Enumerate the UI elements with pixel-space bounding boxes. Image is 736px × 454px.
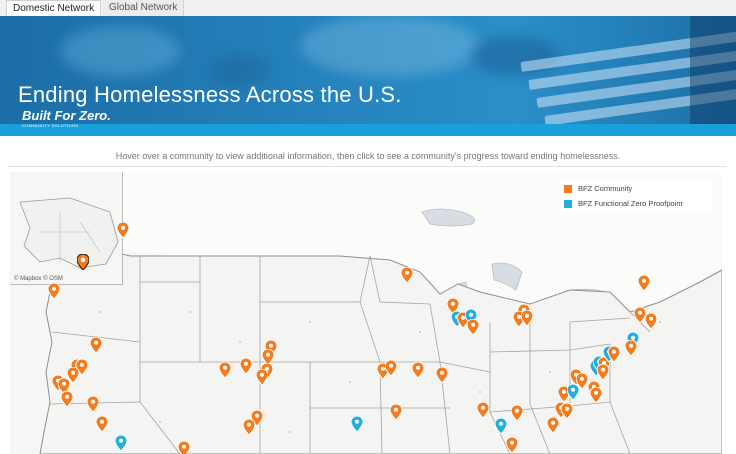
map-pin-icon <box>561 403 573 419</box>
community-marker[interactable] <box>96 416 108 432</box>
community-marker[interactable] <box>61 391 73 407</box>
map-legend: BFZ Community BFZ Functional Zero Proofp… <box>560 178 712 214</box>
community-marker[interactable] <box>117 222 129 238</box>
map-pin-icon <box>96 416 108 432</box>
map-pin-icon <box>645 313 657 329</box>
map-pin-icon <box>243 419 255 435</box>
community-marker[interactable] <box>256 369 268 385</box>
community-marker[interactable] <box>608 346 620 362</box>
page-title: Ending Homelessness Across the U.S. <box>18 82 402 107</box>
map-pin-icon <box>412 362 424 378</box>
community-marker[interactable] <box>467 319 479 335</box>
tab-domestic-network[interactable]: Domestic Network <box>6 0 102 16</box>
community-marker[interactable] <box>90 337 102 353</box>
divider <box>8 166 726 167</box>
map-pin-icon <box>61 391 73 407</box>
legend-item-proofpoint: BFZ Functional Zero Proofpoint <box>564 196 708 211</box>
proofpoint-marker[interactable] <box>115 435 127 451</box>
map-pin-icon <box>77 254 89 270</box>
community-marker[interactable] <box>240 358 252 374</box>
brand-bar <box>0 124 736 136</box>
blue-square-icon <box>564 199 572 208</box>
community-marker-alaska[interactable] <box>77 254 89 270</box>
tab-global-network[interactable]: Global Network <box>103 0 185 16</box>
community-marker[interactable] <box>477 402 489 418</box>
map-pin-icon <box>511 405 523 421</box>
community-solutions-logo-text: COMMUNITY SOLUTIONS <box>22 123 79 128</box>
map-pin-icon <box>477 402 489 418</box>
community-marker[interactable] <box>590 387 602 403</box>
community-marker[interactable] <box>638 275 650 291</box>
alaska-shape <box>19 197 119 269</box>
proofpoint-marker[interactable] <box>351 416 363 432</box>
community-marker[interactable] <box>401 267 413 283</box>
legend-label-proofpoint: BFZ Functional Zero Proofpoint <box>578 199 683 208</box>
community-marker[interactable] <box>436 367 448 383</box>
community-marker[interactable] <box>385 360 397 376</box>
map-pin-icon <box>495 418 507 434</box>
map-pin-icon <box>436 367 448 383</box>
community-marker[interactable] <box>219 362 231 378</box>
map-pin-icon <box>48 283 60 299</box>
community-marker[interactable] <box>178 441 190 454</box>
map-pin-icon <box>547 417 559 433</box>
community-marker[interactable] <box>576 373 588 389</box>
map-pin-icon <box>608 346 620 362</box>
community-map[interactable]: © Mapbox © OSM BFZ Community BFZ Functio… <box>10 172 722 454</box>
orange-square-icon <box>564 184 572 193</box>
map-pin-icon <box>638 275 650 291</box>
map-pin-icon <box>401 267 413 283</box>
alaska-inset-map[interactable]: © Mapbox © OSM <box>10 172 123 285</box>
community-marker[interactable] <box>645 313 657 329</box>
community-marker[interactable] <box>521 310 533 326</box>
community-marker[interactable] <box>412 362 424 378</box>
hero-banner: Ending Homelessness Across the U.S. Buil… <box>0 16 736 136</box>
tab-bar: Domestic Network Global Network <box>0 0 736 17</box>
map-pin-icon <box>240 358 252 374</box>
community-marker[interactable] <box>561 403 573 419</box>
map-instructions: Hover over a community to view additiona… <box>115 151 621 161</box>
map-pin-icon <box>115 435 127 451</box>
legend-label-community: BFZ Community <box>578 184 633 193</box>
community-marker[interactable] <box>506 437 518 453</box>
map-pin-icon <box>576 373 588 389</box>
map-pin-icon <box>521 310 533 326</box>
map-pin-icon <box>590 387 602 403</box>
map-pin-icon <box>467 319 479 335</box>
map-pin-icon <box>256 369 268 385</box>
built-for-zero-logo: Built For Zero. <box>22 108 111 123</box>
map-pin-icon <box>117 222 129 238</box>
map-pin-icon <box>390 404 402 420</box>
community-marker[interactable] <box>625 340 637 356</box>
proofpoint-marker[interactable] <box>495 418 507 434</box>
map-pin-icon <box>506 437 518 453</box>
community-marker[interactable] <box>547 417 559 433</box>
map-pin-icon <box>597 364 609 380</box>
map-pin-icon <box>351 416 363 432</box>
community-marker[interactable] <box>597 364 609 380</box>
map-pin-icon <box>178 441 190 454</box>
map-pin-icon <box>219 362 231 378</box>
community-marker[interactable] <box>390 404 402 420</box>
community-marker[interactable] <box>243 419 255 435</box>
map-pin-icon <box>87 396 99 412</box>
map-pin-icon <box>90 337 102 353</box>
legend-item-community: BFZ Community <box>564 181 708 196</box>
community-marker[interactable] <box>87 396 99 412</box>
community-marker[interactable] <box>48 283 60 299</box>
map-pin-icon <box>625 340 637 356</box>
map-pin-icon <box>385 360 397 376</box>
map-attribution: © Mapbox © OSM <box>14 276 63 282</box>
community-marker[interactable] <box>511 405 523 421</box>
